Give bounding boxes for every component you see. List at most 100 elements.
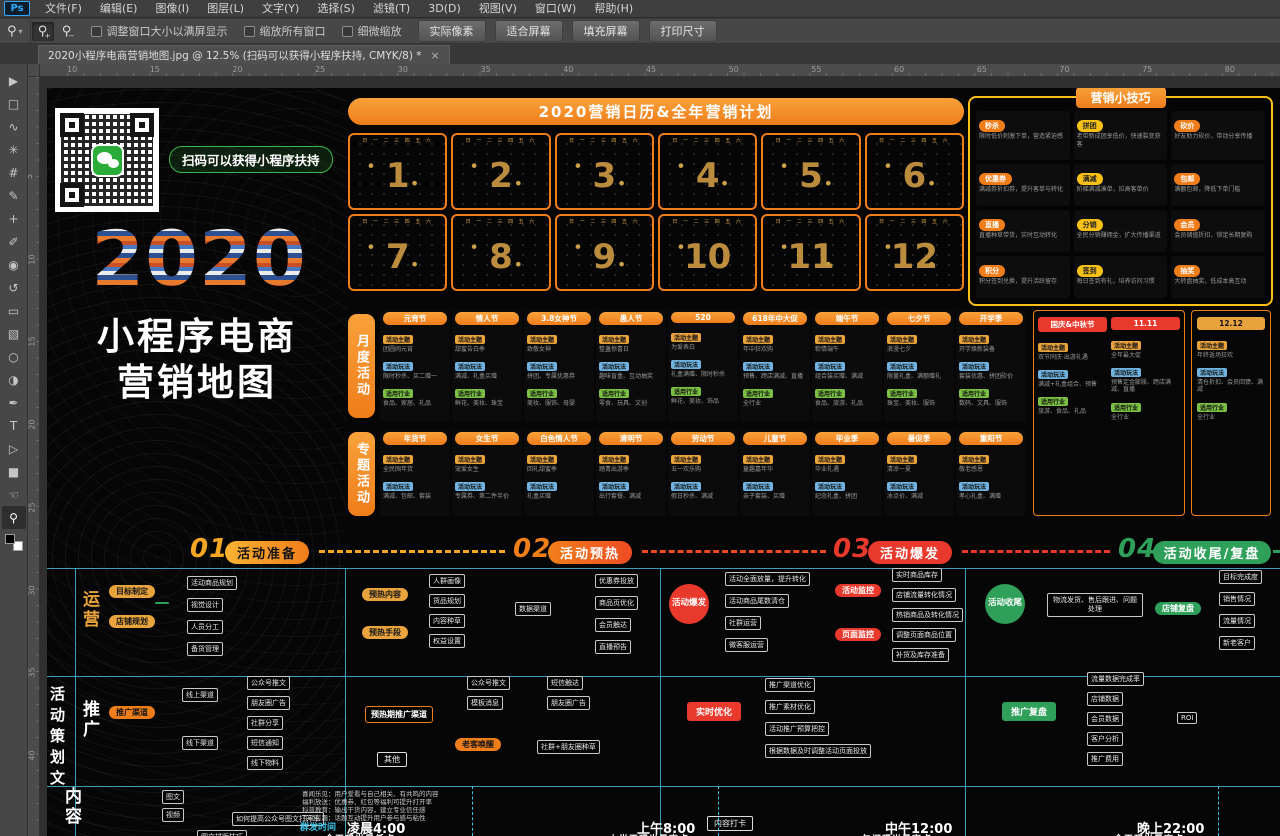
tip-tag: 秒杀 <box>979 120 1005 132</box>
options-button-1[interactable]: 实际像素 <box>418 20 486 42</box>
section-tag: 活动玩法 <box>1038 370 1068 379</box>
type-tool-icon[interactable]: T <box>2 414 26 437</box>
menu-item-8[interactable]: 3D(D) <box>419 0 470 18</box>
menu-item-7[interactable]: 滤镜(T) <box>364 0 419 18</box>
pen-tool-icon[interactable]: ✒ <box>2 391 26 414</box>
ruler-top-number: 80 <box>1225 65 1235 74</box>
phase-pill[interactable]: 活动准备 <box>225 541 309 564</box>
calendar-grid: 日 一 二 三 四 五 六1日 一 二 三 四 五 六2日 一 二 三 四 五 … <box>348 133 964 291</box>
tip-card: 砍价好友助力砍价，带动分享传播 <box>1171 111 1265 160</box>
tips-panel: 营销小技巧 秒杀限时低价刺激下单，营造紧迫感拼团老带新成团享低价，快速裂变获客砍… <box>968 96 1273 306</box>
gradient-tool-icon[interactable]: ▧ <box>2 322 26 345</box>
menu-item-2[interactable]: 编辑(E) <box>91 0 147 18</box>
section-tag: 活动主题 <box>527 335 557 344</box>
zoom-tool-preset[interactable]: ⚲ ▾ <box>0 19 31 43</box>
ruler-left-number: 40 <box>28 750 37 760</box>
document-tab[interactable]: 2020小程序电商营销地图.jpg @ 12.5% (扫码可以获得小程序扶持, … <box>38 45 450 64</box>
tip-card: 直播直播种草带货，实时互动转化 <box>976 210 1070 252</box>
shape-tool-icon[interactable]: ■ <box>2 460 26 483</box>
phase-pill[interactable]: 活动收尾/复盘 <box>1153 541 1271 564</box>
phase-pill[interactable]: 活动预热 <box>548 541 632 564</box>
eraser-tool-icon[interactable]: ▭ <box>2 299 26 322</box>
section-text: 全行业 <box>1197 414 1265 421</box>
eyedropper-tool-icon[interactable]: ✎ <box>2 184 26 207</box>
activity-card-title: 儿童节 <box>743 432 807 445</box>
blur-tool-icon[interactable]: ○ <box>2 345 26 368</box>
section-text: 组合装买赠、满减 <box>815 373 879 380</box>
menu-item-4[interactable]: 图层(L) <box>198 0 253 18</box>
clone-stamp-tool-icon[interactable]: ◉ <box>2 253 26 276</box>
option-checkbox-3[interactable]: 细微缩放 <box>342 23 402 39</box>
menu-item-9[interactable]: 视图(V) <box>470 0 526 18</box>
marquee-tool-icon[interactable]: □ <box>2 92 26 115</box>
tip-tag: 包邮 <box>1174 173 1200 185</box>
flow-node-box: 优惠券投放 <box>595 574 638 588</box>
tab-close-icon[interactable]: × <box>431 49 440 62</box>
healing-brush-tool-icon[interactable]: + <box>2 207 26 230</box>
quick-selection-tool-icon[interactable]: ✳ <box>2 138 26 161</box>
section-text: 珠宝、美妆、服饰 <box>887 400 951 407</box>
menu-item-1[interactable]: 文件(F) <box>36 0 91 18</box>
section-text: 专属券、第二件半价 <box>455 493 519 500</box>
tips-title: 营销小技巧 <box>1075 88 1165 108</box>
options-button-2[interactable]: 适合屏幕 <box>495 20 563 42</box>
crop-tool-icon[interactable]: # <box>2 161 26 184</box>
ruler-top-number: 30 <box>398 65 408 74</box>
flow-nodes: 目标制定店铺规划活动商品规划视觉设计人员分工备货管理预热内容预热手段人群画像货品… <box>47 568 1280 836</box>
menu-item-6[interactable]: 选择(S) <box>308 0 364 18</box>
phase-pill[interactable]: 活动爆发 <box>868 541 952 564</box>
option-checkbox-2[interactable]: 缩放所有窗口 <box>244 23 326 39</box>
ruler-left-number: 15 <box>28 337 37 347</box>
zoom-out-button[interactable]: ⚲− <box>56 22 78 41</box>
color-swatches[interactable] <box>5 534 23 551</box>
activity-card-title: 七夕节 <box>887 312 951 325</box>
move-tool-icon[interactable]: ▶ <box>2 69 26 92</box>
activity-card-title: 618年中大促 <box>743 312 807 325</box>
lasso-tool-icon[interactable]: ∿ <box>2 115 26 138</box>
hand-tool-icon[interactable]: ☜ <box>2 483 26 506</box>
calendar-banner: 2020营销日历&全年营销计划 <box>348 98 964 125</box>
tip-tag: 砍价 <box>1174 120 1200 132</box>
option-checkbox-1[interactable]: 调整窗口大小以满屏显示 <box>91 23 228 39</box>
tip-card: 积分积分签到兑换，提升活跃留存 <box>976 256 1070 298</box>
zoom-tool-icon[interactable]: ⚲ <box>2 506 26 529</box>
path-selection-tool-icon[interactable]: ▷ <box>2 437 26 460</box>
section-text: 团圆闹元宵 <box>383 346 447 353</box>
flow-node-box: 实时商品库存 <box>892 568 942 582</box>
activity-card-title: 重阳节 <box>959 432 1023 445</box>
section-text: 孝心礼盒、满赠 <box>959 493 1023 500</box>
options-button-3[interactable]: 填充屏幕 <box>572 20 640 42</box>
brush-tool-icon[interactable]: ✐ <box>2 230 26 253</box>
zoom-in-button[interactable]: ⚲+ <box>32 22 54 41</box>
menu-item-10[interactable]: 窗口(W) <box>526 0 585 18</box>
flow-node-box: 权益设置 <box>429 634 465 648</box>
ruler-top[interactable]: 101520253035404550556065707580 <box>40 64 1280 77</box>
calendar-month-number: 10 <box>660 224 755 289</box>
tool-strip: ▶□∿✳#✎+✐◉↺▭▧○◑✒T▷■☜⚲ <box>0 64 28 836</box>
activity-card-title: 女生节 <box>455 432 519 445</box>
activity-card: 端午节活动主题粽情端午活动玩法组合装买赠、满减适用行业食品、旅游、礼品 <box>812 310 882 422</box>
flow-node-box: 流量情况 <box>1219 614 1255 628</box>
phase-number: 01 <box>190 534 228 564</box>
section-text: 纪念礼盒、拼团 <box>815 493 879 500</box>
menu-item-11[interactable]: 帮助(H) <box>585 0 642 18</box>
checkbox-label: 缩放所有窗口 <box>260 23 326 39</box>
ruler-corner[interactable] <box>28 64 40 77</box>
foreground-color-swatch[interactable] <box>5 534 15 544</box>
section-tag: 活动玩法 <box>815 482 845 491</box>
section-tag: 活动主题 <box>743 335 773 344</box>
tip-desc: 阶梯满减凑单，拉高客单价 <box>1077 186 1165 194</box>
section-text: 五一欢乐购 <box>671 466 735 473</box>
card-section: 活动玩法假日秒杀、满减 <box>671 474 735 500</box>
menu-item-3[interactable]: 图像(I) <box>146 0 198 18</box>
activity-card-title: 清明节 <box>599 432 663 445</box>
history-brush-tool-icon[interactable]: ↺ <box>2 276 26 299</box>
options-button-4[interactable]: 打印尺寸 <box>649 20 717 42</box>
ruler-left[interactable]: 510152025303540 <box>28 77 40 836</box>
special-activities-label: 专题活动 <box>348 432 375 516</box>
dodge-tool-icon[interactable]: ◑ <box>2 368 26 391</box>
menu-item-5[interactable]: 文字(Y) <box>253 0 308 18</box>
photoshop-logo[interactable]: Ps <box>4 1 30 16</box>
document-canvas[interactable]: 扫码可以获得小程序扶持 2020 小程序电商 营销地图 2020营销日历&全年营… <box>47 88 1280 836</box>
section-tag: 活动主题 <box>383 455 413 464</box>
